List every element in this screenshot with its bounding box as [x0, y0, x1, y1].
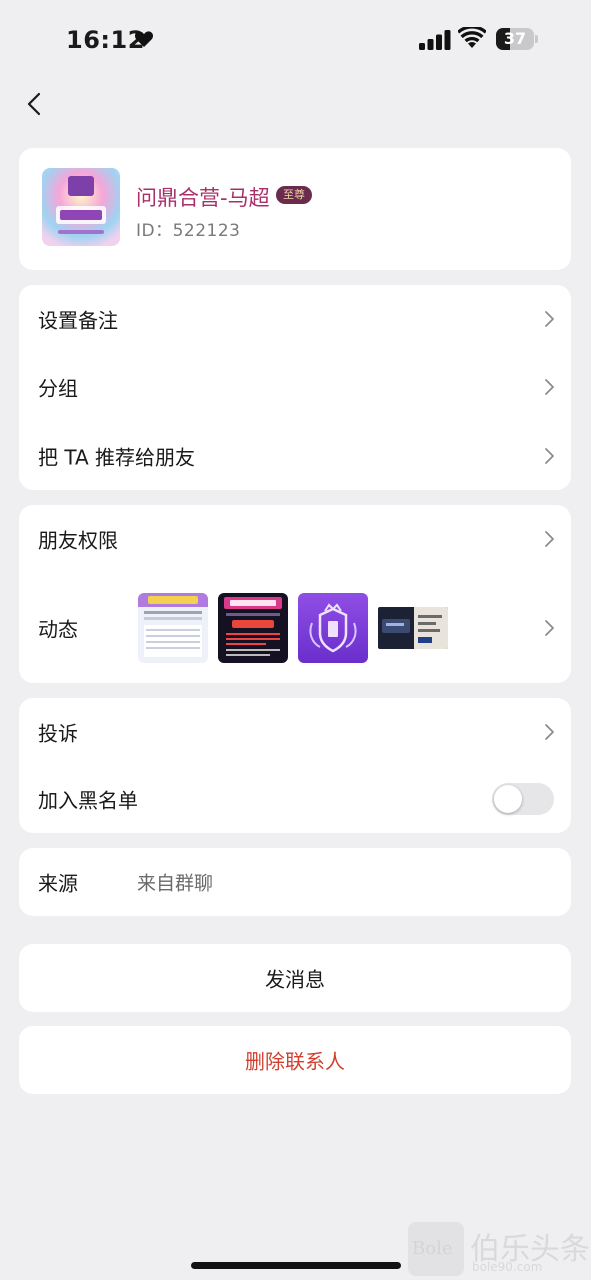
row-label: 分组: [38, 376, 78, 401]
avatar[interactable]: [42, 168, 120, 246]
row-complaint[interactable]: 投诉: [19, 698, 571, 766]
moment-thumbnail[interactable]: [378, 607, 448, 649]
row-label: 设置备注: [38, 308, 118, 333]
row-label: 朋友权限: [38, 528, 118, 553]
moments-thumbnails[interactable]: [138, 593, 468, 663]
row-blacklist: 加入黑名单: [19, 765, 571, 833]
battery-percent: 37: [503, 29, 527, 48]
privacy-card: 朋友权限 动态: [19, 505, 571, 683]
send-message-button[interactable]: 发消息: [19, 944, 571, 1012]
source-card: 来源 来自群聊: [19, 848, 571, 916]
chevron-right-icon: [545, 620, 554, 636]
profile-card[interactable]: 问鼎合营-马超 至尊 ID：522123: [19, 148, 571, 270]
send-message-label: 发消息: [265, 967, 325, 992]
back-icon[interactable]: [24, 92, 46, 116]
watermark-logo: Bole: [412, 1238, 453, 1259]
row-recommend-to-friend[interactable]: 把 TA 推荐给朋友: [19, 422, 571, 490]
row-label: 动态: [38, 617, 78, 642]
delete-contact-label: 删除联系人: [245, 1049, 345, 1074]
chevron-right-icon: [545, 311, 554, 327]
settings-card: 设置备注 分组 把 TA 推荐给朋友: [19, 285, 571, 490]
moment-thumbnail[interactable]: [138, 593, 208, 663]
row-group[interactable]: 分组: [19, 353, 571, 421]
status-bar: 16:12 37: [0, 0, 591, 80]
wifi-icon: [458, 27, 486, 48]
membership-badge: 至尊: [276, 186, 312, 204]
chevron-right-icon: [545, 724, 554, 740]
battery-indicator: 37: [496, 28, 538, 50]
watermark-url: bole90.com: [472, 1260, 543, 1274]
moment-thumbnail[interactable]: [218, 593, 288, 663]
home-indicator: [191, 1262, 401, 1269]
report-card: 投诉 加入黑名单: [19, 698, 571, 833]
toggle-knob: [494, 785, 522, 813]
row-set-remark[interactable]: 设置备注: [19, 285, 571, 353]
cellular-signal-icon: [419, 30, 451, 50]
chevron-right-icon: [545, 531, 554, 547]
blacklist-toggle[interactable]: [492, 783, 554, 815]
source-value: 来自群聊: [137, 872, 214, 895]
delete-contact-button[interactable]: 删除联系人: [19, 1026, 571, 1094]
chevron-right-icon: [545, 448, 554, 464]
row-label: 把 TA 推荐给朋友: [38, 445, 196, 470]
row-label: 来源: [38, 871, 78, 896]
heart-icon: [134, 31, 154, 47]
contact-id: ID：522123: [136, 221, 241, 241]
row-label: 投诉: [38, 721, 78, 746]
row-label: 加入黑名单: [38, 788, 138, 813]
moment-thumbnail[interactable]: [298, 593, 368, 663]
contact-name: 问鼎合营-马超: [136, 186, 270, 210]
watermark: Bole 伯乐头条 bole90.com: [408, 1222, 591, 1280]
row-moments[interactable]: 动态: [19, 573, 571, 683]
chevron-right-icon: [545, 379, 554, 395]
row-source: 来源 来自群聊: [19, 848, 571, 916]
row-friend-permissions[interactable]: 朋友权限: [19, 505, 571, 573]
